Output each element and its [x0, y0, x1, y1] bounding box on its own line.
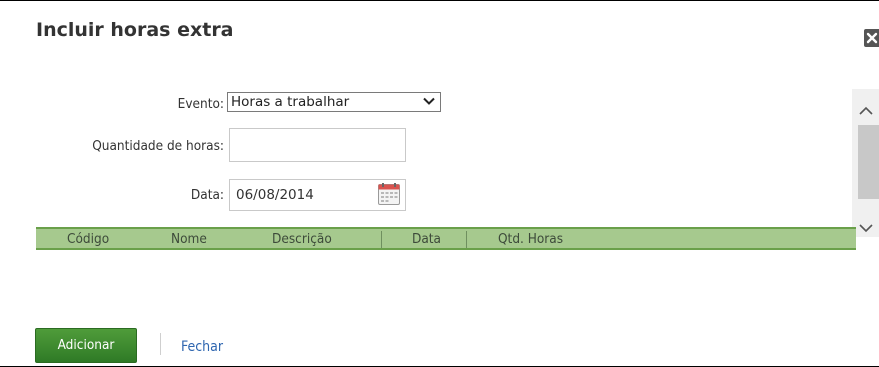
- chevron-down-icon: [423, 97, 435, 105]
- scrollbar[interactable]: [852, 89, 879, 237]
- close-button[interactable]: [864, 29, 879, 47]
- scroll-down-icon[interactable]: [858, 222, 874, 234]
- evento-label: Evento:: [177, 96, 224, 112]
- quantidade-label: Quantidade de horas:: [92, 138, 224, 154]
- date-input-value: 06/08/2014: [236, 187, 314, 203]
- column-header-qtd-horas[interactable]: Qtd. Horas: [498, 231, 563, 247]
- data-label: Data:: [190, 187, 224, 203]
- add-button[interactable]: Adicionar: [35, 328, 137, 363]
- dialog-title: Incluir horas extra: [36, 19, 234, 41]
- action-divider: [160, 333, 161, 355]
- column-divider: [466, 231, 467, 248]
- grid-header: Código Nome Descrição Data Qtd. Horas: [36, 227, 856, 250]
- scroll-thumb[interactable]: [858, 125, 879, 199]
- evento-select[interactable]: Horas a trabalhar: [227, 92, 441, 112]
- column-divider: [381, 231, 382, 248]
- column-header-nome[interactable]: Nome: [171, 231, 207, 247]
- calendar-button[interactable]: [377, 182, 401, 206]
- add-overtime-dialog: Incluir horas extra Evento: Horas a trab…: [0, 0, 879, 367]
- calendar-icon: [378, 183, 400, 205]
- quantidade-input[interactable]: [229, 128, 406, 162]
- evento-select-value: Horas a trabalhar: [231, 94, 350, 110]
- close-icon: [866, 32, 878, 44]
- column-header-codigo[interactable]: Código: [67, 231, 109, 247]
- column-header-data[interactable]: Data: [412, 231, 441, 247]
- scroll-up-icon[interactable]: [858, 105, 874, 117]
- column-header-descricao[interactable]: Descrição: [272, 231, 332, 247]
- close-link[interactable]: Fechar: [181, 339, 223, 355]
